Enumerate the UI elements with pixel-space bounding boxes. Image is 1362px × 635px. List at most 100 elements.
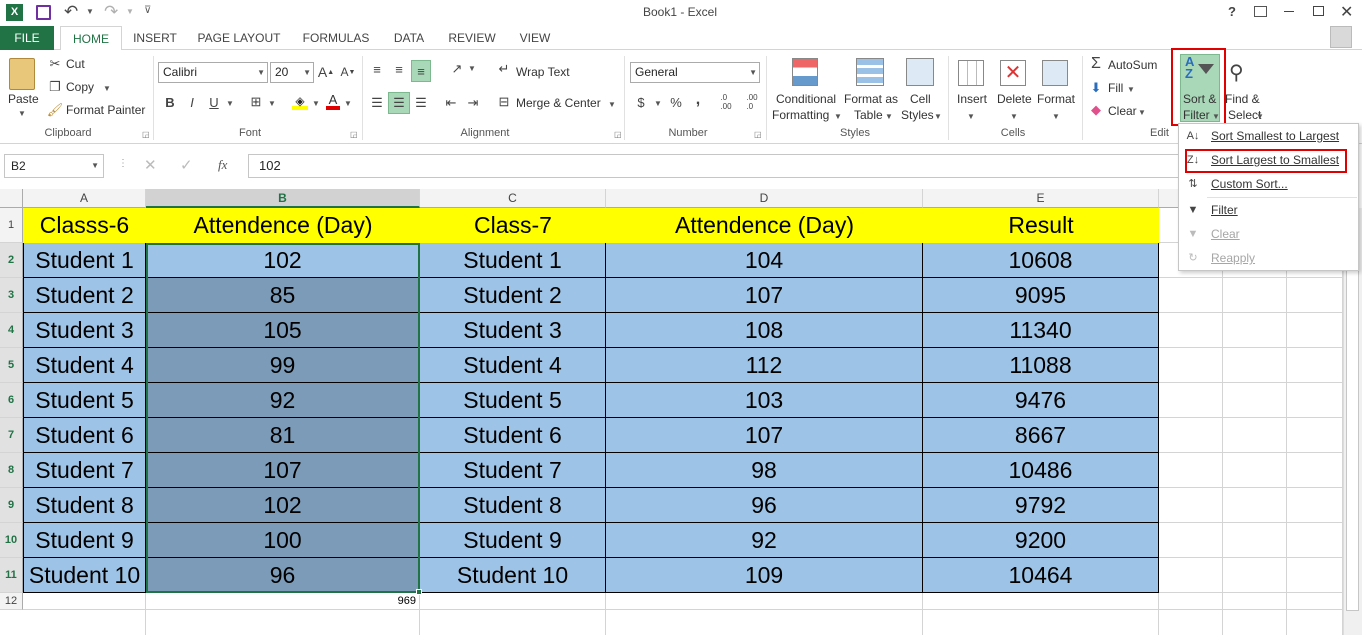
tab-home[interactable]: HOME bbox=[60, 26, 122, 51]
clear-button[interactable]: Clear bbox=[1108, 104, 1137, 118]
save-icon[interactable] bbox=[36, 5, 51, 20]
cell-e3[interactable]: 9095 bbox=[923, 278, 1159, 313]
cell-d6[interactable]: 103 bbox=[606, 383, 923, 418]
currency-button[interactable]: $ bbox=[634, 94, 648, 110]
paste-icon[interactable] bbox=[9, 58, 35, 90]
cell-c3[interactable]: Student 2 bbox=[420, 278, 606, 313]
cell-d10[interactable]: 92 bbox=[606, 523, 923, 558]
orientation-icon[interactable]: ↗ bbox=[446, 60, 468, 78]
clear-dropdown-icon[interactable]: ▼ bbox=[1138, 108, 1146, 117]
top-align-icon[interactable]: ≡ bbox=[368, 60, 386, 78]
delete-cells-button[interactable]: Delete bbox=[997, 92, 1032, 106]
fill-dropdown-icon[interactable]: ▼ bbox=[1127, 85, 1135, 94]
format-as-table-label2[interactable]: Table bbox=[854, 108, 883, 122]
cell-c2[interactable]: Student 1 bbox=[420, 243, 606, 278]
align-left-icon[interactable]: ☰ bbox=[368, 94, 386, 112]
fill-color-dropdown-icon[interactable]: ▼ bbox=[312, 99, 320, 108]
cell-b12[interactable]: 969 bbox=[146, 593, 416, 610]
header-cell-c1[interactable]: Class-7 bbox=[420, 208, 606, 243]
row-header-12[interactable]: 12 bbox=[0, 593, 23, 610]
delete-dropdown-icon[interactable]: ▼ bbox=[1010, 112, 1018, 121]
cell-c11[interactable]: Student 10 bbox=[420, 558, 606, 593]
cell-c10[interactable]: Student 9 bbox=[420, 523, 606, 558]
ribbon-display-icon[interactable] bbox=[1254, 6, 1267, 17]
copy-dropdown-icon[interactable]: ▼ bbox=[103, 84, 111, 93]
insert-function-button[interactable]: fx bbox=[218, 157, 227, 173]
scrollbar-thumb[interactable] bbox=[1346, 211, 1359, 611]
minimize-icon[interactable] bbox=[1284, 11, 1294, 12]
cell-a5[interactable]: Student 4 bbox=[23, 348, 146, 383]
increase-indent-icon[interactable]: ⇥ bbox=[464, 94, 482, 112]
menu-custom-sort[interactable]: ⇅ Custom Sort... bbox=[1179, 173, 1358, 195]
paste-button[interactable]: Paste bbox=[8, 92, 39, 106]
font-color-icon[interactable]: A bbox=[326, 92, 340, 110]
underline-button[interactable]: U bbox=[206, 94, 222, 110]
borders-icon[interactable]: ⊞ bbox=[248, 94, 264, 110]
menu-sort-ascending[interactable]: A↓ Sort Smallest to Largest bbox=[1179, 125, 1358, 147]
bold-button[interactable]: B bbox=[162, 94, 178, 110]
cell-a4[interactable]: Student 3 bbox=[23, 313, 146, 348]
format-cells-button[interactable]: Format bbox=[1037, 92, 1075, 106]
decrease-indent-icon[interactable]: ⇤ bbox=[442, 94, 460, 112]
align-center-icon[interactable]: ☰ bbox=[388, 92, 410, 114]
user-avatar[interactable] bbox=[1330, 26, 1352, 48]
find-select-dropdown-icon[interactable]: ▼ bbox=[1256, 112, 1264, 121]
cell-e5[interactable]: 11088 bbox=[923, 348, 1159, 383]
cell-a9[interactable]: Student 8 bbox=[23, 488, 146, 523]
redo-dropdown-icon[interactable]: ▼ bbox=[126, 7, 134, 16]
row-header-6[interactable]: 6 bbox=[0, 383, 23, 418]
bottom-align-icon[interactable]: ≡ bbox=[411, 60, 431, 82]
find-select-label1[interactable]: Find & bbox=[1225, 92, 1260, 106]
increase-decimal-icon[interactable]: .0.00 bbox=[716, 93, 736, 111]
align-right-icon[interactable]: ☰ bbox=[412, 94, 430, 112]
menu-reapply[interactable]: ↻ Reapply bbox=[1179, 247, 1358, 269]
orientation-dropdown-icon[interactable]: ▼ bbox=[468, 64, 476, 73]
underline-dropdown-icon[interactable]: ▼ bbox=[226, 99, 234, 108]
italic-button[interactable]: I bbox=[184, 94, 200, 110]
fill-button[interactable]: Fill bbox=[1108, 81, 1123, 95]
tab-file[interactable]: FILE bbox=[0, 26, 54, 50]
cell-c6[interactable]: Student 5 bbox=[420, 383, 606, 418]
cell-a6[interactable]: Student 5 bbox=[23, 383, 146, 418]
font-color-dropdown-icon[interactable]: ▼ bbox=[344, 99, 352, 108]
cell-d11[interactable]: 109 bbox=[606, 558, 923, 593]
worksheet-grid[interactable]: ABCDE 1 2 3 4 5 6 7 8 9 10 11 12 Classs-6 Attendence… bbox=[0, 189, 1362, 635]
autosum-button[interactable]: AutoSum bbox=[1108, 58, 1157, 72]
cell-styles-dropdown-icon[interactable]: ▼ bbox=[934, 112, 942, 121]
row-header-1[interactable]: 1 bbox=[0, 208, 23, 243]
row-header-3[interactable]: 3 bbox=[0, 278, 23, 313]
copy-button[interactable]: Copy bbox=[66, 80, 94, 94]
cell-e4[interactable]: 11340 bbox=[923, 313, 1159, 348]
tab-data[interactable]: DATA bbox=[386, 26, 432, 50]
row-header-11[interactable]: 11 bbox=[0, 558, 23, 593]
decrease-font-icon[interactable]: A ▼ bbox=[340, 64, 356, 80]
cell-d2[interactable]: 104 bbox=[606, 243, 923, 278]
comma-button[interactable]: , bbox=[692, 91, 704, 108]
column-header-b[interactable]: B bbox=[146, 189, 420, 208]
header-cell-a1[interactable]: Classs-6 bbox=[23, 208, 146, 243]
cell-styles-label1[interactable]: Cell bbox=[910, 92, 931, 106]
conditional-formatting-label1[interactable]: Conditional bbox=[776, 92, 836, 106]
tab-view[interactable]: VIEW bbox=[510, 26, 560, 50]
cell-a11[interactable]: Student 10 bbox=[23, 558, 146, 593]
cell-e10[interactable]: 9200 bbox=[923, 523, 1159, 558]
cell-d8[interactable]: 98 bbox=[606, 453, 923, 488]
cell-styles-label2[interactable]: Styles bbox=[901, 108, 934, 122]
format-as-table-label1[interactable]: Format as bbox=[844, 92, 898, 106]
cell-d5[interactable]: 112 bbox=[606, 348, 923, 383]
tab-formulas[interactable]: FORMULAS bbox=[296, 26, 376, 50]
fill-handle[interactable] bbox=[416, 589, 422, 595]
menu-filter[interactable]: ▼ Filter bbox=[1179, 199, 1358, 221]
merge-center-button[interactable]: Merge & Center bbox=[516, 96, 601, 110]
cell-e8[interactable]: 10486 bbox=[923, 453, 1159, 488]
header-cell-b1[interactable]: Attendence (Day) bbox=[146, 208, 420, 243]
header-cell-e1[interactable]: Result bbox=[923, 208, 1159, 243]
column-header-e[interactable]: E bbox=[923, 189, 1159, 208]
resize-handle-icon[interactable]: ⋮ bbox=[118, 158, 128, 169]
cell-e9[interactable]: 9792 bbox=[923, 488, 1159, 523]
cell-c9[interactable]: Student 8 bbox=[420, 488, 606, 523]
currency-dropdown-icon[interactable]: ▼ bbox=[654, 99, 662, 108]
font-name-combo[interactable]: Calibri ▼ bbox=[158, 62, 268, 83]
fill-color-icon[interactable]: ◈ bbox=[292, 94, 308, 110]
cell-d3[interactable]: 107 bbox=[606, 278, 923, 313]
